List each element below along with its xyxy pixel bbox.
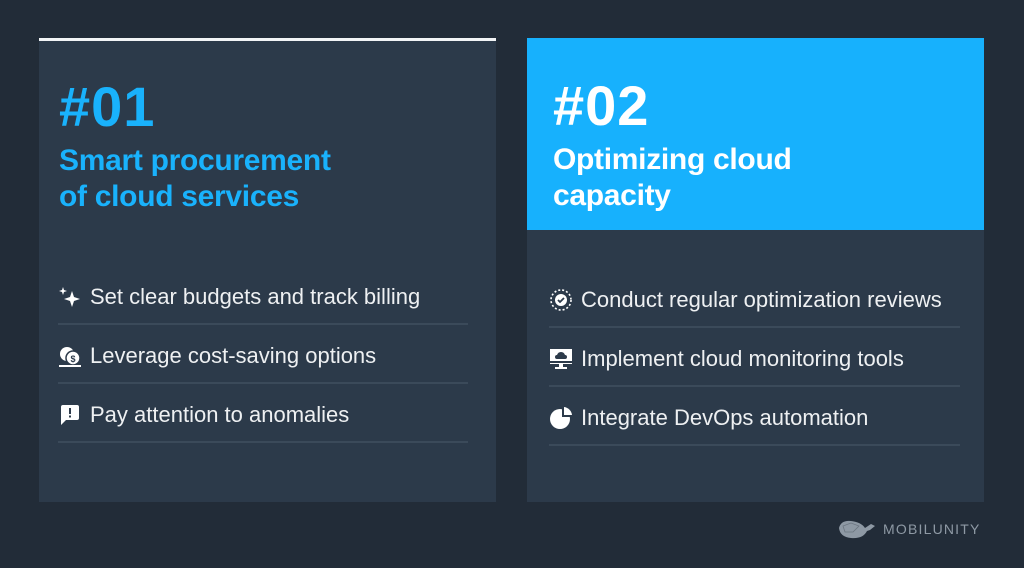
list-item-label: Integrate DevOps automation [581,405,869,430]
list-item: Conduct regular optimization reviews [549,283,960,328]
cloud-monitor-icon [549,347,573,371]
list-item: Set clear budgets and track billing [58,280,468,325]
pie-chart-icon [549,406,573,430]
card-header: #02 Optimizing cloud capacity [527,38,984,230]
alert-message-icon [58,403,82,427]
svg-text:$: $ [70,354,75,364]
coins-dollar-icon: $ [58,344,82,368]
list-item-label: Set clear budgets and track billing [90,284,421,309]
brand-logo: MOBILUNITY [837,518,981,540]
brand-name: MOBILUNITY [883,521,981,537]
list-item: Implement cloud monitoring tools [549,342,960,387]
card-header: #01 Smart procurement of cloud services [39,41,496,239]
card-optimizing-capacity: #02 Optimizing cloud capacity Conduct re… [527,38,984,502]
card-list: Set clear budgets and track billing $ Le… [58,280,468,457]
card-list: Conduct regular optimization reviews Imp… [549,283,960,460]
card-title-line: capacity [553,179,671,212]
review-cycle-check-icon [549,288,573,312]
list-item: Pay attention to anomalies [58,398,468,443]
list-item: $ Leverage cost-saving options [58,339,468,384]
card-title: Optimizing cloud capacity [553,142,984,214]
card-number: #01 [59,75,156,138]
sparkles-icon [58,285,82,309]
list-item-label: Conduct regular optimization reviews [581,287,942,312]
card-title-line: of cloud services [59,180,299,213]
card-title-line: Optimizing cloud [553,143,792,176]
card-title: Smart procurement of cloud services [59,143,496,215]
card-title-line: Smart procurement [59,144,331,177]
whale-logo-icon [839,520,875,539]
list-item-label: Leverage cost-saving options [90,343,377,368]
card-number: #02 [553,74,650,137]
list-item-label: Implement cloud monitoring tools [581,346,904,371]
list-item-label: Pay attention to anomalies [90,402,350,427]
list-item: Integrate DevOps automation [549,401,960,446]
card-smart-procurement: #01 Smart procurement of cloud services … [39,38,496,502]
